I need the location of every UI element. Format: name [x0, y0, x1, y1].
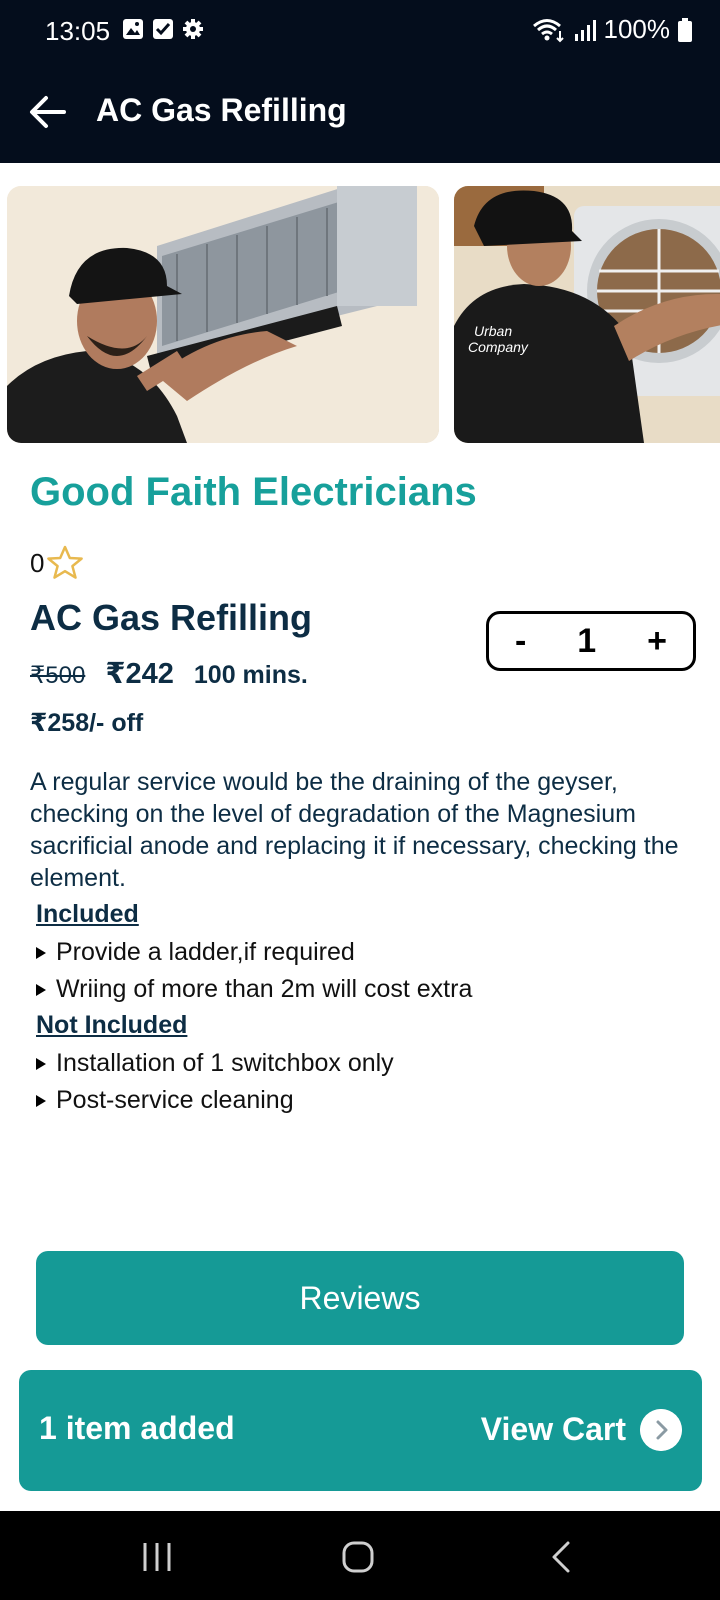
quantity-stepper: - 1 + — [486, 611, 696, 671]
bullet-triangle-icon — [36, 983, 46, 996]
svg-text:Company: Company — [468, 339, 529, 355]
service-name: AC Gas Refilling — [30, 597, 313, 638]
list-item: Post-service cleaning — [36, 1086, 294, 1115]
star-outline-icon — [47, 545, 84, 579]
list-item: Provide a ladder,if required — [36, 938, 355, 967]
list-item: Wriing of more than 2m will cost extra — [36, 975, 472, 1004]
service-photo-carousel[interactable]: Urban Company — [0, 186, 720, 443]
original-price: ₹500 — [30, 662, 86, 689]
list-item: Installation of 1 switchbox only — [36, 1049, 394, 1078]
bullet-triangle-icon — [36, 1094, 46, 1107]
status-right: 100% — [532, 14, 692, 45]
technician-servicing-indoor-ac-photo — [7, 186, 439, 443]
service-description: A regular service would be the draining … — [30, 768, 679, 892]
battery-percent: 100% — [603, 14, 671, 44]
discounted-price: ₹242 — [105, 658, 174, 690]
not-included-item-2: Post-service cleaning — [56, 1086, 294, 1114]
provider-name: Good Faith Electricians — [30, 470, 477, 514]
status-time: 13:05 — [45, 16, 111, 46]
battery-icon — [678, 17, 692, 42]
arrow-left-icon[interactable] — [26, 90, 70, 134]
wifi-icon — [532, 18, 564, 42]
decrease-button[interactable]: - — [515, 622, 526, 661]
quantity-value: 1 — [577, 621, 597, 660]
cart-bar[interactable]: 1 item added View Cart — [19, 1370, 702, 1491]
app-bar: AC Gas Refilling — [0, 62, 720, 163]
svg-text:Urban: Urban — [474, 323, 512, 339]
price-row: ₹500 ₹242 100 mins. — [30, 656, 308, 691]
view-cart-button[interactable]: View Cart — [481, 1411, 626, 1448]
page-title: AC Gas Refilling — [96, 92, 347, 128]
reviews-button[interactable]: Reviews — [36, 1251, 684, 1345]
discount-label: ₹258/- off — [30, 709, 144, 737]
recent-apps-icon[interactable] — [135, 1535, 179, 1579]
bullet-triangle-icon — [36, 1057, 46, 1070]
chevron-right-icon[interactable] — [640, 1409, 682, 1451]
system-nav-bar — [0, 1511, 720, 1600]
bullet-triangle-icon — [36, 946, 46, 959]
technician-servicing-outdoor-ac-photo: Urban Company — [454, 186, 720, 443]
service-duration: 100 mins. — [193, 661, 308, 689]
included-item-1: Provide a ladder,if required — [56, 938, 355, 966]
not-included-item-1: Installation of 1 switchbox only — [56, 1049, 394, 1077]
status-bar: 13:05 100% — [0, 0, 720, 62]
increase-button[interactable]: + — [647, 622, 667, 661]
included-title: Included — [36, 900, 139, 928]
gallery-icon — [123, 19, 143, 39]
status-notification-icons — [122, 18, 204, 40]
back-nav-icon[interactable] — [540, 1535, 584, 1579]
rating-value: 0 — [30, 547, 45, 578]
not-included-title: Not Included — [36, 1011, 188, 1039]
home-icon[interactable] — [336, 1535, 380, 1579]
signal-icon — [574, 19, 596, 41]
checkbox-icon — [153, 19, 173, 39]
settings-icon — [183, 19, 203, 39]
included-item-2: Wriing of more than 2m will cost extra — [56, 975, 473, 1003]
cart-count-label: 1 item added — [39, 1410, 235, 1446]
provider-rating: 0 — [30, 545, 84, 581]
